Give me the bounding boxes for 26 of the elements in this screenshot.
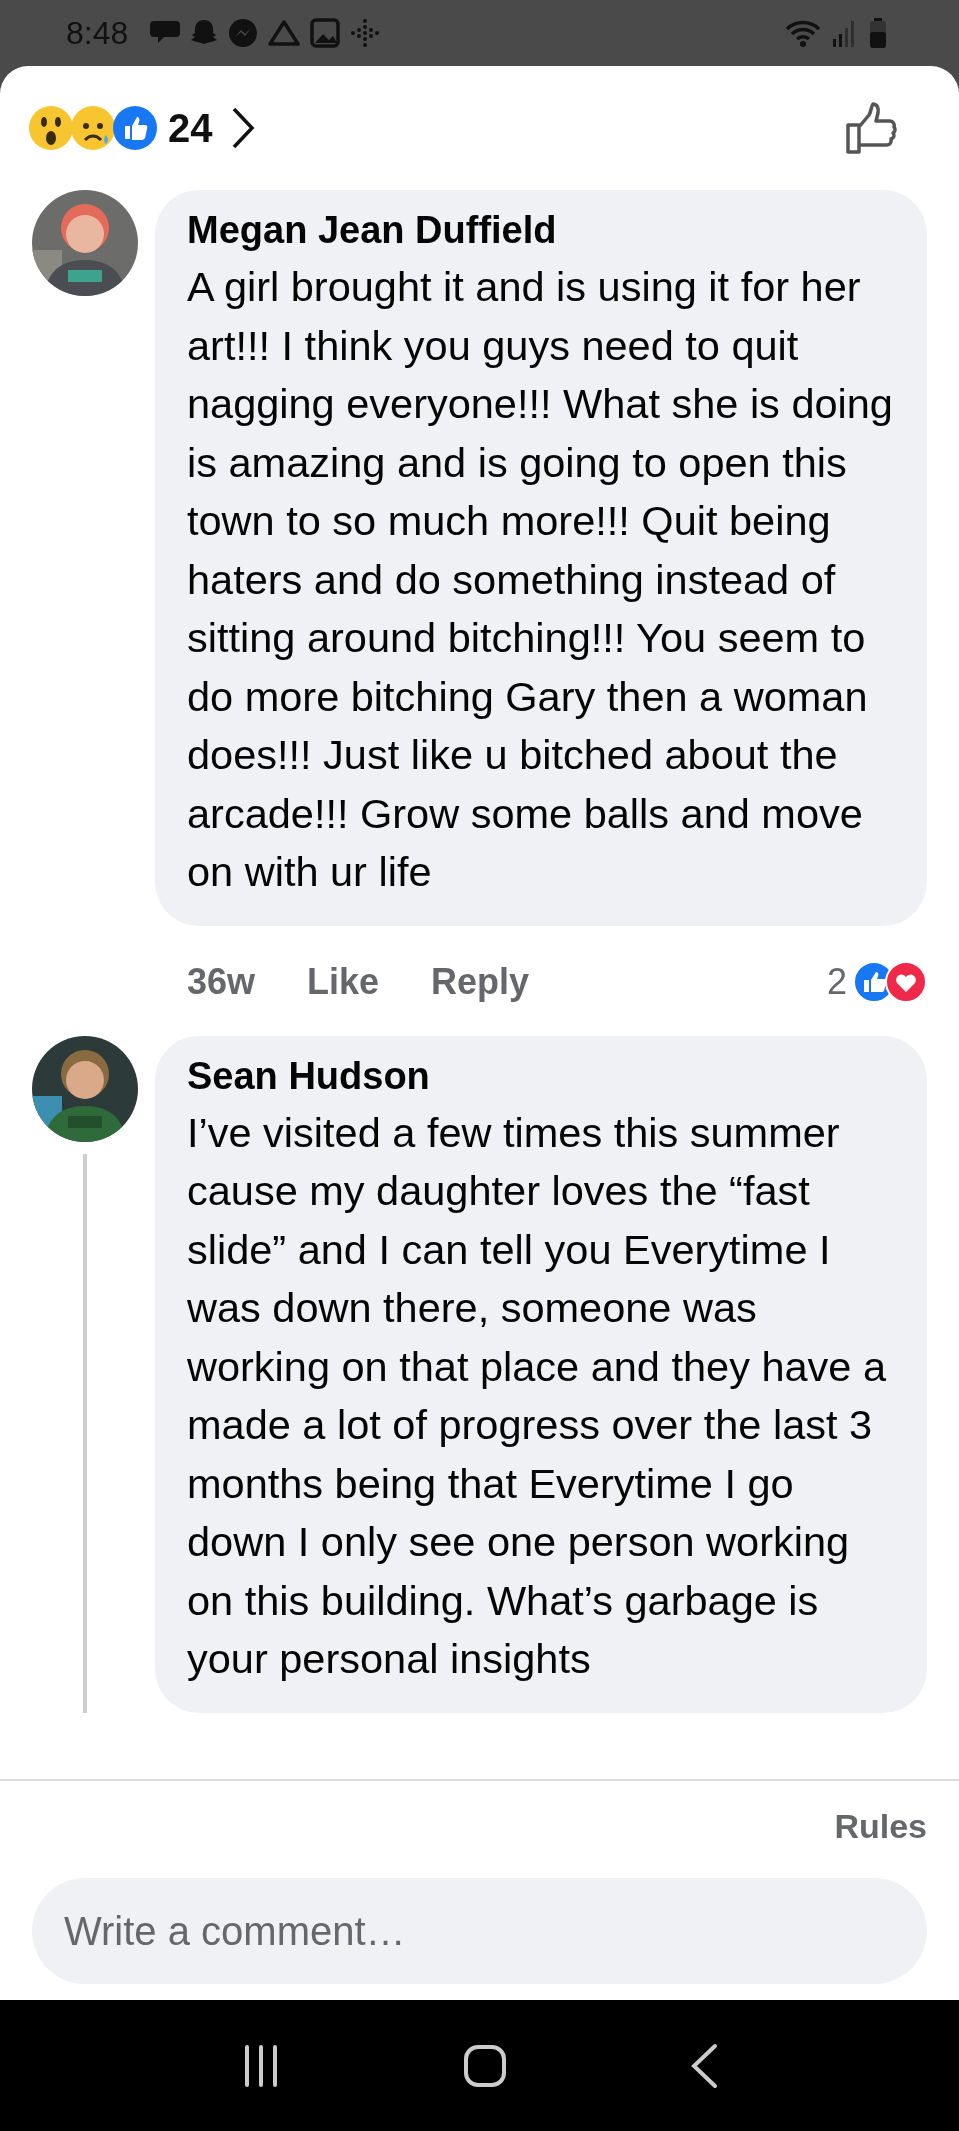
image-icon: [310, 18, 341, 48]
wow-emoji-icon[interactable]: [28, 105, 74, 151]
comment-text: I’ve visited a few times this summer cause my daughter loves the “fast slide” and I can tell you Everytime I was down there, someone was working on that place and they have a made a lot of progress over the last 3 months being that Everytime I go down I only see one person working on this building. What’s garbage is your personal insights: [187, 1107, 888, 1684]
home-icon[interactable]: [463, 2043, 508, 2088]
reaction-count[interactable]: 2: [826, 960, 847, 1003]
comment-time: 36w: [187, 960, 256, 1003]
like-button[interactable]: Like: [307, 960, 380, 1003]
messenger-icon: [228, 18, 259, 48]
sad-emoji-icon[interactable]: [70, 105, 116, 151]
battery-icon: [869, 18, 887, 48]
rules-link[interactable]: Rules: [834, 1799, 927, 1854]
dots-icon: [350, 18, 381, 48]
triangle-icon: [268, 19, 301, 47]
thumbs-up-icon[interactable]: [845, 101, 899, 155]
clock: 8:48: [66, 14, 129, 52]
reply-button[interactable]: Reply: [431, 960, 530, 1003]
wifi-icon: [785, 19, 821, 47]
back-icon[interactable]: [689, 2042, 718, 2089]
like-emoji-icon[interactable]: [112, 105, 158, 151]
chevron-right-icon[interactable]: [230, 106, 255, 150]
author-name[interactable]: Sean Hudson: [187, 1051, 899, 1100]
comment-input[interactable]: Write a comment…: [32, 1878, 927, 1984]
author-name[interactable]: Megan Jean Duffield: [187, 206, 899, 254]
heart-reaction-icon: [885, 960, 927, 1003]
reaction-count[interactable]: 24: [168, 105, 213, 151]
comment-text: A girl brought it and is using it for her art!!! I think you guys need to quit nagging everyone!!! What she is doing is amazing and is going to open this town to so much more!!! Quit being haters and do something instead of sitting around bitching!!! You seem to do more bitching Gary then a woman does!!! Just like u bitched about the arcade!!! Grow some balls and move on with ur life: [187, 262, 894, 897]
